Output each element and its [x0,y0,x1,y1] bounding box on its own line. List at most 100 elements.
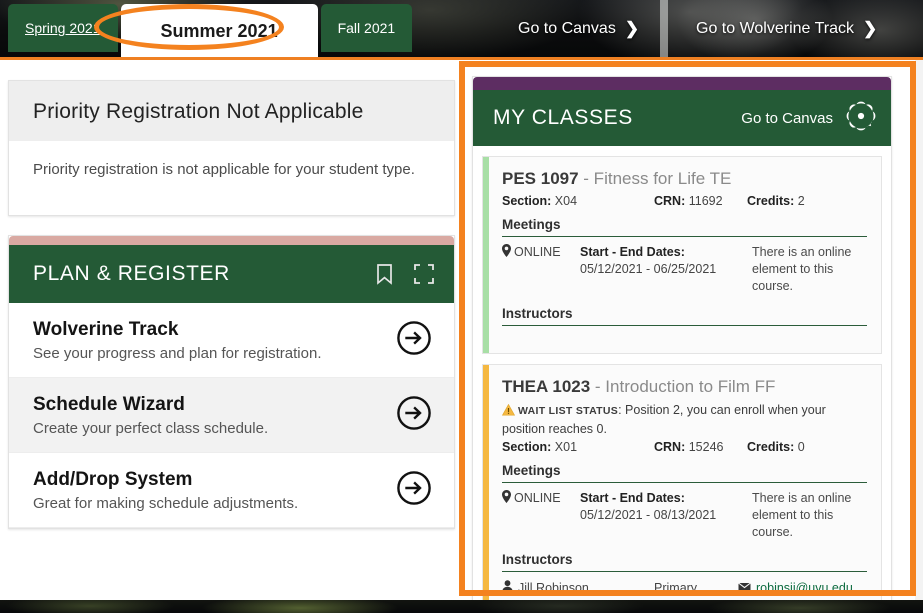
row-subtitle: Great for making schedule adjustments. [33,495,298,512]
instructor-email-link[interactable]: robinsji@uvu.edu [756,580,853,597]
my-classes-title: MY CLASSES [493,106,633,130]
priority-registration-card: Priority Registration Not Applicable Pri… [8,80,455,216]
arrow-right-circle-icon[interactable] [396,320,432,361]
envelope-icon [738,580,751,597]
course-crn: CRN: 15246 [654,440,747,454]
crn-label: CRN: [654,440,685,454]
my-classes-canvas-link[interactable]: Go to Canvas [741,110,833,127]
course-name: - Fitness for Life TE [583,169,731,188]
my-classes-header: MY CLASSES Go to Canvas [473,90,891,146]
course-name: - Introduction to Film FF [595,377,775,396]
instructors-empty [502,333,867,343]
chevron-right-icon: ❯ [863,20,877,37]
person-icon [502,580,513,597]
plan-register-header: PLAN & REGISTER [9,245,454,303]
nav-label: Go to Wolverine Track [696,20,854,38]
warning-triangle-icon [502,404,515,421]
class-card-pes-1097[interactable]: PES 1097 - Fitness for Life TE Section: … [482,156,882,354]
meetings-heading: Meetings [502,217,867,237]
section-value: X01 [555,440,577,454]
my-classes-header-actions: Go to Canvas [741,99,878,138]
row-title: Wolverine Track [33,319,322,341]
tab-spring-2021[interactable]: Spring 2021 [8,4,118,52]
course-credits: Credits: 0 [747,440,805,454]
dates-value: 05/12/2021 - 08/13/2021 [580,508,716,522]
course-crn: CRN: 11692 [654,194,747,208]
credits-label: Credits: [747,194,794,208]
credits-label: Credits: [747,440,794,454]
course-credits: Credits: 2 [747,194,805,208]
left-column: Priority Registration Not Applicable Pri… [8,80,455,529]
plan-register-title: PLAN & REGISTER [33,262,230,286]
chevron-right-icon: ❯ [625,20,639,37]
meeting-note: There is an online element to this cours… [752,490,867,541]
map-pin-icon [502,490,511,508]
row-title: Add/Drop System [33,469,298,491]
course-meta-row: Section: X01 CRN: 15246 Credits: 0 [502,440,867,454]
course-title: THEA 1023 - Introduction to Film FF [502,377,867,397]
section-label: Section: [502,440,551,454]
crn-label: CRN: [654,194,685,208]
bottom-photo-strip [0,600,923,613]
crn-value: 15246 [689,440,724,454]
plan-register-row-schedule-wizard[interactable]: Schedule Wizard Create your perfect clas… [9,378,454,453]
page-scrollbar-gutter[interactable] [915,60,923,600]
meeting-dates: Start - End Dates: 05/12/2021 - 06/25/20… [580,244,752,295]
meeting-location-label: ONLINE [514,490,561,507]
row-subtitle: Create your perfect class schedule. [33,420,268,437]
priority-registration-body: Priority registration is not applicable … [9,141,454,215]
meeting-note: There is an online element to this cours… [752,244,867,295]
waitlist-status: WAIT LIST STATUS: Position 2, you can en… [502,402,867,438]
meeting-row: ONLINE Start - End Dates: 05/12/2021 - 0… [502,244,867,295]
meeting-row: ONLINE Start - End Dates: 05/12/2021 - 0… [502,490,867,541]
class-card-body: THEA 1023 - Introduction to Film FF WAI [489,365,881,613]
dates-value: 05/12/2021 - 06/25/2021 [580,262,716,276]
priority-registration-title: Priority Registration Not Applicable [9,81,454,141]
instructors-heading: Instructors [502,306,867,326]
course-title: PES 1097 - Fitness for Life TE [502,169,867,189]
waitlist-label: WAIT LIST STATUS [518,405,618,417]
instructor-name: Jill Robinson [518,580,589,597]
credits-value: 0 [798,440,805,454]
tab-summer-2021[interactable]: Summer 2021 [121,4,318,57]
dates-label: Start - End Dates: [580,245,685,259]
nav-label: Go to Canvas [518,20,616,38]
row-title: Schedule Wizard [33,394,268,416]
meetings-heading: Meetings [502,463,867,483]
plan-register-row-wolverine-track[interactable]: Wolverine Track See your progress and pl… [9,303,454,378]
expand-icon[interactable] [414,264,434,284]
course-code: THEA 1023 [502,377,590,396]
arrow-right-circle-icon[interactable] [396,395,432,436]
canvas-logo-icon[interactable] [844,99,878,138]
arrow-right-circle-icon[interactable] [396,470,432,511]
plan-register-row-add-drop-system[interactable]: Add/Drop System Great for making schedul… [9,453,454,528]
meeting-location: ONLINE [502,244,580,295]
class-card-thea-1023[interactable]: THEA 1023 - Introduction to Film FF WAI [482,364,882,613]
my-classes-accent-strip [473,77,891,90]
course-section: Section: X04 [502,194,654,208]
credits-value: 2 [798,194,805,208]
meeting-location: ONLINE [502,490,580,541]
row-subtitle: See your progress and plan for registrat… [33,345,322,362]
nav-go-to-canvas[interactable]: Go to Canvas ❯ [518,0,639,57]
my-classes-panel: MY CLASSES Go to Canvas [472,76,892,613]
crn-value: 11692 [689,194,723,208]
dates-label: Start - End Dates: [580,491,685,505]
tab-label: Fall 2021 [338,20,396,36]
tab-label: Summer 2021 [161,21,278,42]
bookmark-icon[interactable] [375,263,394,285]
top-banner: Spring 2021 Summer 2021 Fall 2021 Go to … [0,0,923,57]
tab-label: Spring 2021 [25,20,101,36]
nav-go-to-wolverine-track[interactable]: Go to Wolverine Track ❯ [696,0,877,57]
tab-fall-2021[interactable]: Fall 2021 [321,4,413,52]
course-meta-row: Section: X04 CRN: 11692 Credits: 2 [502,194,867,208]
meeting-dates: Start - End Dates: 05/12/2021 - 08/13/20… [580,490,752,541]
class-card-body: PES 1097 - Fitness for Life TE Section: … [489,157,881,353]
section-label: Section: [502,194,551,208]
course-code: PES 1097 [502,169,579,188]
plan-register-accent-strip [9,236,454,245]
instructors-heading: Instructors [502,552,867,572]
page-body: Priority Registration Not Applicable Pri… [0,60,923,600]
section-value: X04 [555,194,577,208]
term-tabs: Spring 2021 Summer 2021 Fall 2021 [8,4,412,57]
